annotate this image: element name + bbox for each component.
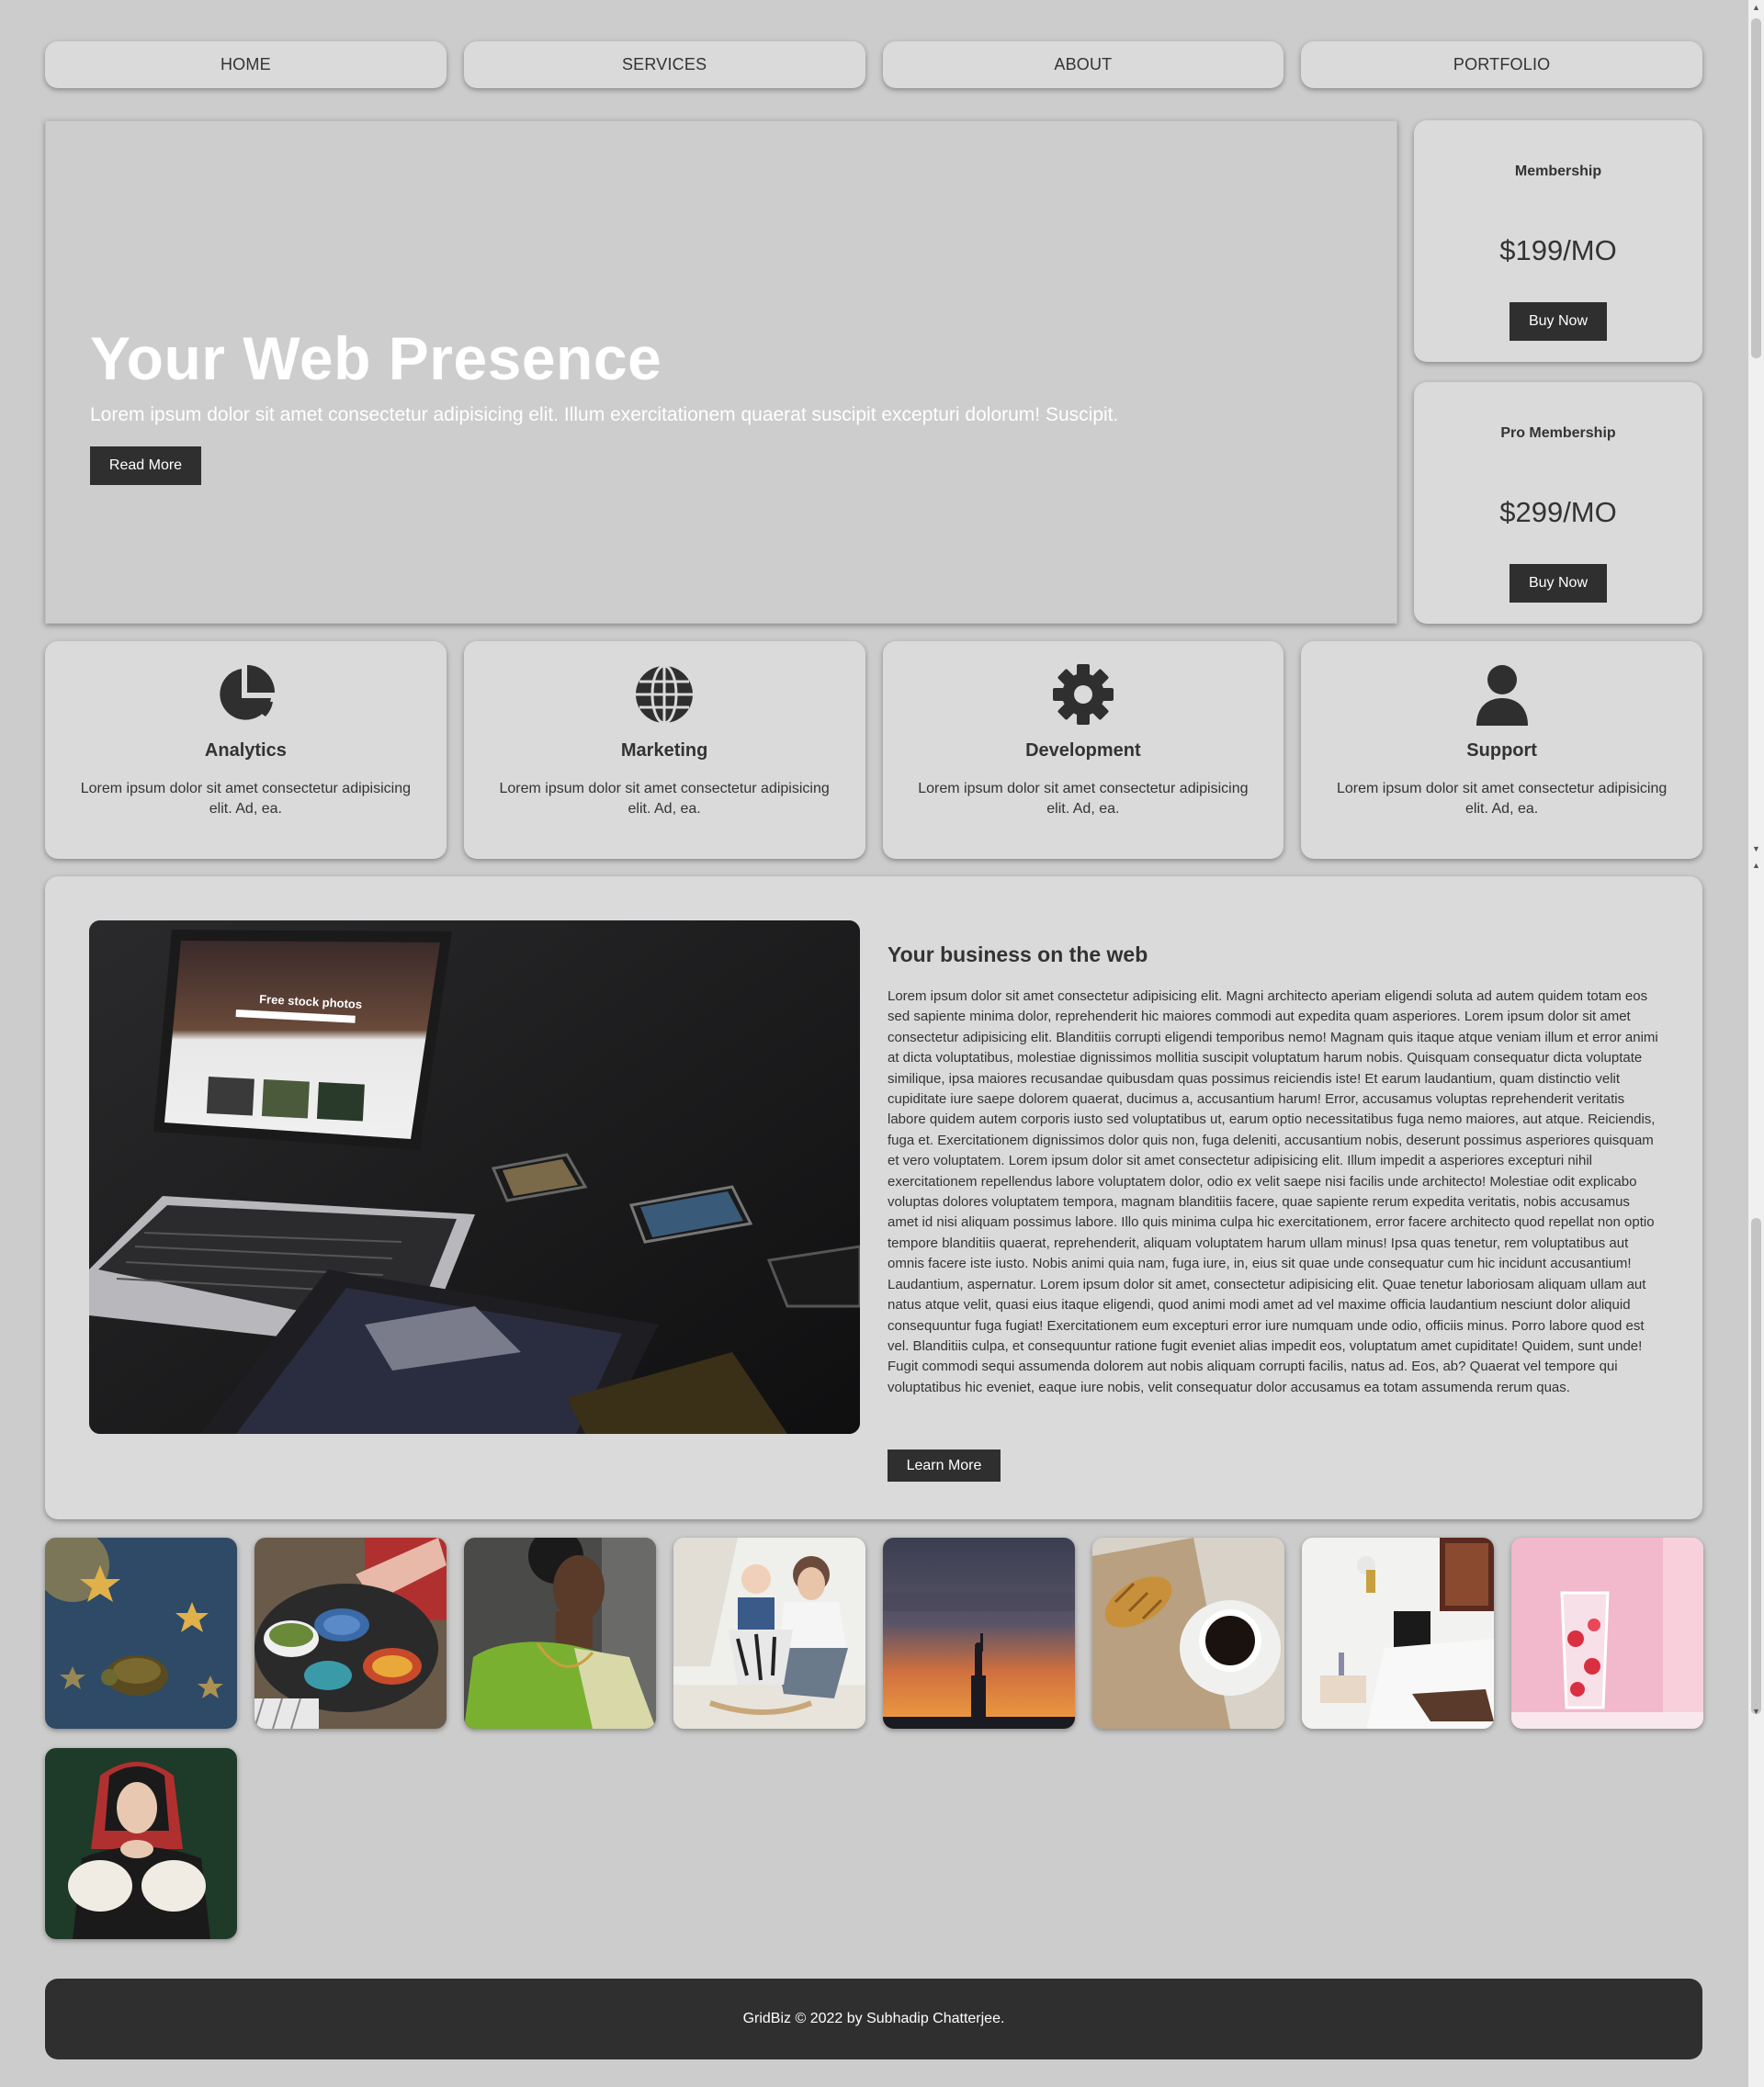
scrollbar[interactable]: ▲ ▼ ▲ ▼ (1748, 0, 1764, 2087)
read-more-button[interactable]: Read More (90, 446, 201, 485)
pricing-plan-price: $199/MO (1499, 234, 1617, 266)
about-title: Your business on the web (888, 942, 1148, 966)
laptop-devices-photo: Free stock photos (89, 920, 860, 1434)
scroll-up-icon[interactable]: ▲ (1748, 858, 1764, 873)
service-title: Analytics (204, 740, 287, 761)
hero-section: Your Web Presence Lorem ipsum dolor sit … (45, 120, 1397, 624)
pricing-plan-name: Pro Membership (1500, 425, 1616, 441)
gear-icon (1052, 664, 1114, 725)
nav-home-button[interactable]: HOME (45, 41, 447, 88)
service-card-support: Support Lorem ipsum dolor sit amet conse… (1301, 641, 1702, 859)
food-table-photo[interactable] (254, 1538, 447, 1729)
mother-child-photo[interactable] (673, 1538, 865, 1729)
pink-drink-photo[interactable] (1511, 1538, 1703, 1729)
scroll-up-icon[interactable]: ▲ (1748, 0, 1764, 15)
service-title: Support (1466, 740, 1537, 761)
service-description: Lorem ipsum dolor sit amet consectetur a… (918, 781, 1249, 817)
scroll-down-icon[interactable]: ▼ (1748, 841, 1764, 856)
pricing-card-membership: Membership $199/MO Buy Now (1414, 120, 1702, 362)
buy-now-button[interactable]: Buy Now (1510, 302, 1607, 341)
about-section: Free stock photos Your business on the w… (45, 876, 1702, 1519)
nav-services-button[interactable]: SERVICES (463, 41, 865, 88)
woman-green-sari-photo[interactable] (464, 1538, 656, 1729)
main-nav: HOME SERVICES ABOUT PORTFOLIO (45, 41, 1702, 88)
service-title: Development (1025, 740, 1141, 761)
pricing-plan-price: $299/MO (1499, 496, 1617, 528)
learn-more-button[interactable]: Learn More (888, 1450, 1001, 1482)
pie-chart-icon (220, 665, 276, 720)
buy-now-button[interactable]: Buy Now (1510, 564, 1607, 603)
hero-subtitle: Lorem ipsum dolor sit amet consectetur a… (90, 404, 1119, 425)
service-description: Lorem ipsum dolor sit amet consectetur a… (80, 781, 412, 817)
service-card-analytics: Analytics Lorem ipsum dolor sit amet con… (45, 641, 447, 859)
scrollbar-thumb[interactable] (1751, 18, 1761, 358)
hero-title: Your Web Presence (90, 324, 662, 392)
woman-portrait-photo[interactable] (45, 1748, 237, 1939)
footer: GridBiz © 2022 by Subhadip Chatterjee. (45, 1979, 1702, 2059)
service-description: Lorem ipsum dolor sit amet consectetur a… (499, 781, 830, 817)
service-card-marketing: Marketing Lorem ipsum dolor sit amet con… (463, 641, 865, 859)
nav-portfolio-button[interactable]: PORTFOLIO (1301, 41, 1702, 88)
service-title: Marketing (620, 740, 708, 761)
statue-liberty-sunset-photo[interactable] (883, 1538, 1075, 1729)
coffee-croissant-photo[interactable] (1092, 1538, 1284, 1729)
service-card-development: Development Lorem ipsum dolor sit amet c… (882, 641, 1284, 859)
bedroom-photo[interactable] (1302, 1538, 1494, 1729)
scroll-down-icon[interactable]: ▼ (1748, 1704, 1764, 1719)
service-description: Lorem ipsum dolor sit amet consectetur a… (1336, 781, 1668, 817)
scrollbar-thumb[interactable] (1751, 1218, 1761, 1714)
pricing-card-pro-membership: Pro Membership $299/MO Buy Now (1414, 382, 1702, 624)
services-section: Analytics Lorem ipsum dolor sit amet con… (45, 641, 1702, 859)
user-icon (1476, 665, 1528, 726)
about-body-text: Lorem ipsum dolor sit amet consectetur a… (888, 988, 1658, 1395)
nav-about-button[interactable]: ABOUT (882, 41, 1284, 88)
footer-copyright: GridBiz © 2022 by Subhadip Chatterjee. (742, 2011, 1005, 2026)
pricing-plan-name: Membership (1514, 164, 1602, 179)
turtle-stars-photo[interactable] (45, 1538, 237, 1729)
globe-icon (636, 664, 694, 725)
